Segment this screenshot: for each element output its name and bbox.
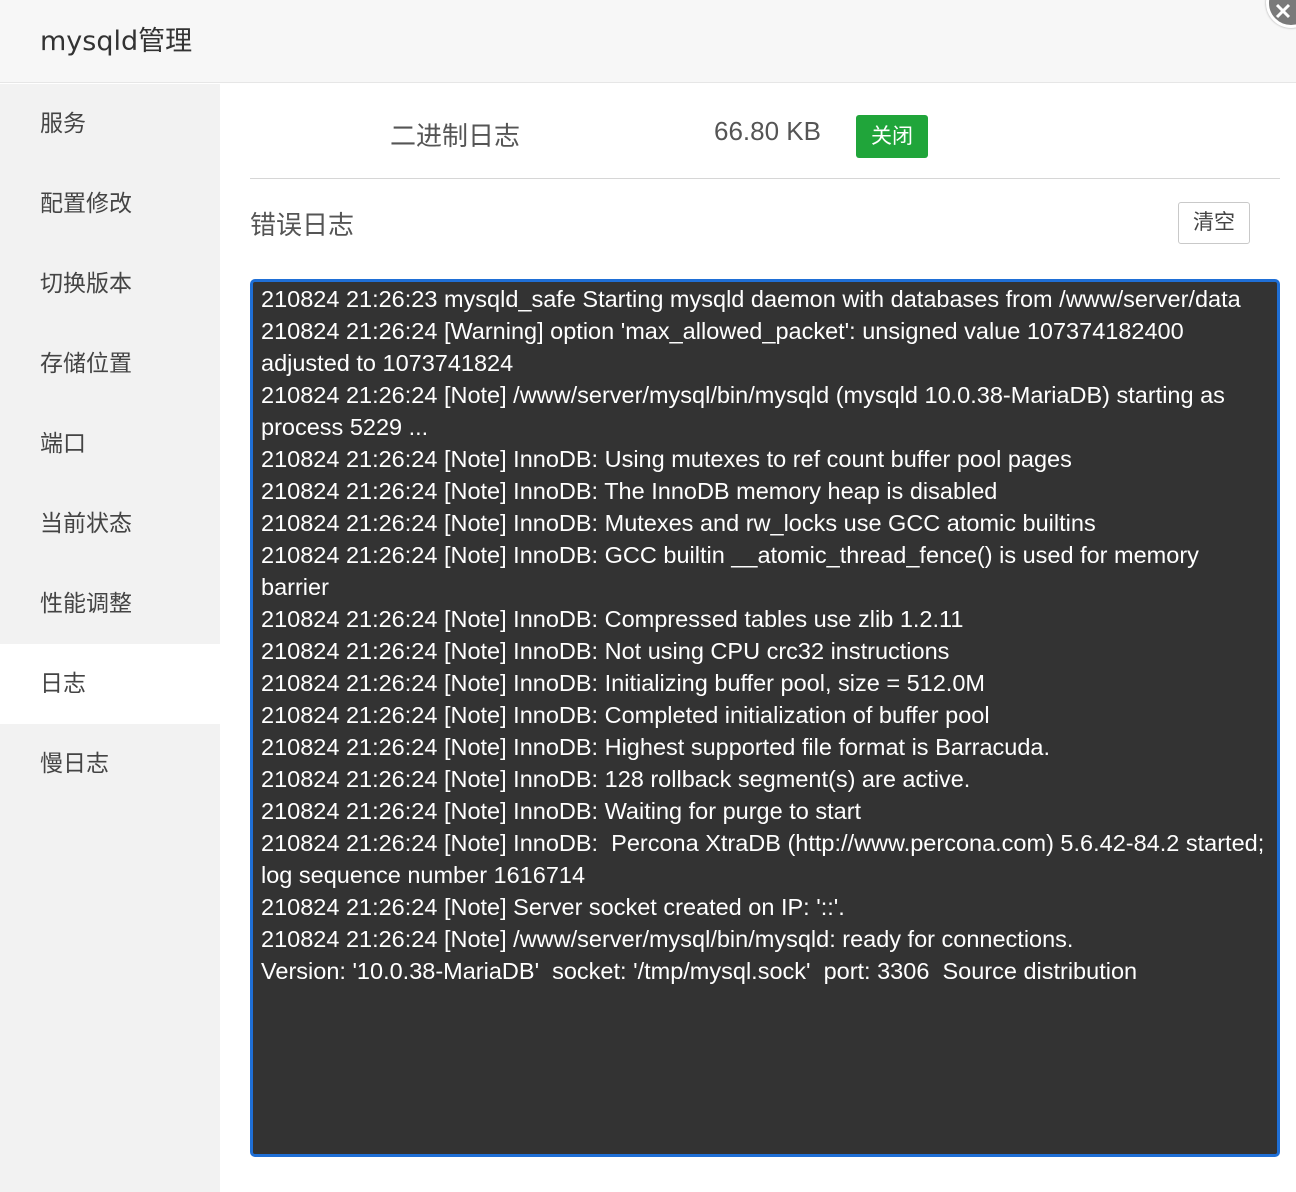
sidebar-item-storage-location[interactable]: 存储位置 xyxy=(0,324,220,404)
log-line: 210824 21:26:24 [Note] InnoDB: Mutexes a… xyxy=(261,510,1096,536)
sidebar-item-port[interactable]: 端口 xyxy=(0,404,220,484)
log-line: 210824 21:26:24 [Note] InnoDB: Not using… xyxy=(261,638,950,664)
binlog-close-button[interactable]: 关闭 xyxy=(856,115,928,158)
log-line: 210824 21:26:24 [Note] InnoDB: Compresse… xyxy=(261,606,964,632)
errorlog-textarea[interactable]: 210824 21:26:23 mysqld_safe Starting mys… xyxy=(250,279,1280,1157)
sidebar-item-switch-version[interactable]: 切换版本 xyxy=(0,244,220,324)
log-line: 210824 21:26:24 [Note] InnoDB: Completed… xyxy=(261,702,990,728)
mysqld-manager-dialog: mysqld管理 服务 配置修改 切换版本 存储位置 端口 当前状态 性能调整 … xyxy=(0,0,1296,1192)
sidebar-item-config[interactable]: 配置修改 xyxy=(0,164,220,244)
log-line: 210824 21:26:24 [Note] /www/server/mysql… xyxy=(261,926,1074,952)
log-line: 210824 21:26:23 mysqld_safe Starting mys… xyxy=(261,286,1241,312)
sidebar-item-service[interactable]: 服务 xyxy=(0,84,220,164)
log-line: 210824 21:26:24 [Note] InnoDB: Initializ… xyxy=(261,670,985,696)
errorlog-label: 错误日志 xyxy=(250,211,355,241)
log-panel: 二进制日志 66.80 KB 关闭 错误日志 清空 210824 21:26:2… xyxy=(250,84,1280,1192)
binlog-row: 二进制日志 66.80 KB 关闭 xyxy=(250,84,1280,179)
close-x-glyph xyxy=(1275,3,1291,19)
log-line: 210824 21:26:24 [Note] InnoDB: GCC built… xyxy=(261,542,1206,600)
binlog-size: 66.80 KB xyxy=(714,116,821,146)
sidebar-item-performance[interactable]: 性能调整 xyxy=(0,564,220,644)
log-line: 210824 21:26:24 [Warning] option 'max_al… xyxy=(261,318,1191,376)
dialog-titlebar: mysqld管理 xyxy=(0,0,1296,83)
binlog-label: 二进制日志 xyxy=(390,122,521,152)
errorlog-header: 错误日志 清空 xyxy=(250,179,1280,271)
log-line: Version: '10.0.38-MariaDB' socket: '/tmp… xyxy=(261,958,1138,984)
log-line: 210824 21:26:24 [Note] InnoDB: The InnoD… xyxy=(261,478,998,504)
sidebar-item-current-status[interactable]: 当前状态 xyxy=(0,484,220,564)
log-line: 210824 21:26:24 [Note] InnoDB: Percona X… xyxy=(261,830,1271,888)
dialog-title: mysqld管理 xyxy=(40,26,193,57)
log-line: 210824 21:26:24 [Note] InnoDB: 128 rollb… xyxy=(261,766,971,792)
sidebar-menu: 服务 配置修改 切换版本 存储位置 端口 当前状态 性能调整 日志 慢日志 xyxy=(0,84,220,1192)
sidebar-item-logs[interactable]: 日志 xyxy=(0,644,220,724)
log-line: 210824 21:26:24 [Note] Server socket cre… xyxy=(261,894,845,920)
log-line: 210824 21:26:24 [Note] InnoDB: Highest s… xyxy=(261,734,1051,760)
clear-log-button[interactable]: 清空 xyxy=(1178,202,1250,244)
log-line: 210824 21:26:24 [Note] /www/server/mysql… xyxy=(261,382,1232,440)
log-line: 210824 21:26:24 [Note] InnoDB: Waiting f… xyxy=(261,798,862,824)
sidebar-item-slow-log[interactable]: 慢日志 xyxy=(0,724,220,804)
log-line: 210824 21:26:24 [Note] InnoDB: Using mut… xyxy=(261,446,1072,472)
